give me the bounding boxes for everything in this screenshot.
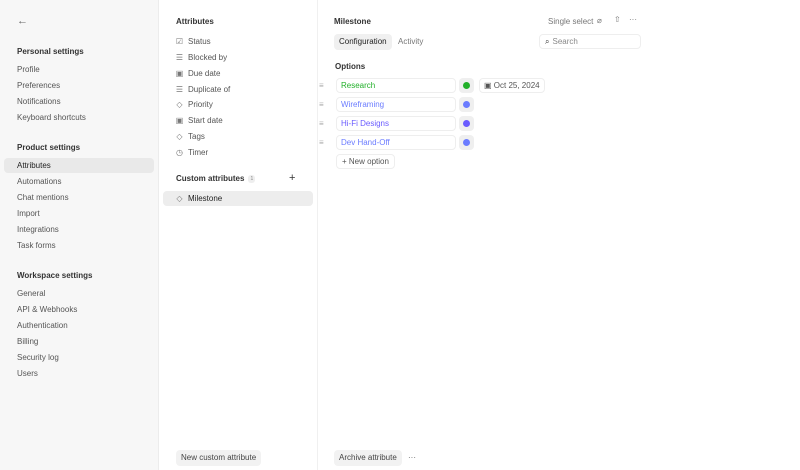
- sidebar-item-profile[interactable]: Profile: [4, 62, 154, 77]
- plus-icon: +: [342, 157, 349, 166]
- sidebar-item-authentication[interactable]: Authentication: [4, 318, 154, 333]
- option-color-swatch[interactable]: [459, 97, 474, 112]
- tab-activity[interactable]: Activity: [398, 37, 423, 46]
- custom-attributes-header: Custom attributes 1: [176, 174, 256, 183]
- tag-icon: ◇: [176, 194, 183, 203]
- attribute-duplicate-of[interactable]: ☰ Duplicate of: [163, 82, 313, 97]
- sidebar-item-api[interactable]: API & Webhooks: [4, 302, 154, 317]
- check-square-icon: ☑: [175, 37, 184, 46]
- link-icon[interactable]: ⌀: [597, 16, 602, 25]
- option-input[interactable]: Wireframing: [336, 97, 456, 112]
- attribute-blocked-by[interactable]: ☰ Blocked by: [163, 50, 313, 65]
- drag-handle-icon[interactable]: ≡: [319, 119, 324, 128]
- color-dot: [463, 120, 470, 127]
- section-workspace: Workspace settings: [17, 271, 93, 280]
- sidebar-item-security-log[interactable]: Security log: [4, 350, 154, 365]
- attribute-status[interactable]: ☑ Status: [163, 34, 313, 49]
- option-color-swatch[interactable]: [459, 135, 474, 150]
- sidebar-item-attributes[interactable]: Attributes: [4, 158, 154, 173]
- option-color-swatch[interactable]: [459, 78, 474, 93]
- new-option-button[interactable]: + New option: [336, 154, 395, 169]
- sidebar-item-task-forms[interactable]: Task forms: [4, 238, 154, 253]
- tab-configuration[interactable]: Configuration: [334, 34, 392, 50]
- attributes-panel: Attributes ☑ Status ☰ Blocked by ▣ Due date…: [159, 0, 318, 470]
- options-title: Options: [335, 62, 366, 71]
- sidebar-item-billing[interactable]: Billing: [4, 334, 154, 349]
- sidebar-item-automations[interactable]: Automations: [4, 174, 154, 189]
- new-custom-attribute-button[interactable]: New custom attribute: [176, 450, 262, 466]
- option-input[interactable]: Research: [336, 78, 456, 93]
- attribute-due-date[interactable]: ▣ Due date: [163, 66, 313, 81]
- back-arrow-icon[interactable]: ←: [17, 15, 28, 27]
- more-icon[interactable]: ···: [408, 453, 416, 462]
- calendar-icon: ▣: [175, 116, 184, 125]
- list-icon: ☰: [175, 53, 184, 62]
- attribute-milestone[interactable]: ◇ Milestone: [163, 191, 313, 206]
- sidebar-item-shortcuts[interactable]: Keyboard shortcuts: [4, 110, 154, 125]
- sidebar-item-preferences[interactable]: Preferences: [4, 78, 154, 93]
- color-dot: [463, 101, 470, 108]
- option-date[interactable]: ▣ Oct 25, 2024: [479, 78, 545, 93]
- sidebar-item-notifications[interactable]: Notifications: [4, 94, 154, 109]
- option-color-swatch[interactable]: [459, 116, 474, 131]
- option-input[interactable]: Dev Hand-Off: [336, 135, 456, 150]
- drag-handle-icon[interactable]: ≡: [319, 138, 324, 147]
- section-product: Product settings: [17, 143, 81, 152]
- search-input[interactable]: ⌕ Search: [539, 34, 641, 49]
- archive-attribute-button[interactable]: Archive attribute: [334, 450, 402, 466]
- attribute-timer[interactable]: ◷ Timer: [163, 145, 313, 160]
- tag-icon: ◇: [176, 100, 183, 109]
- attribute-tags[interactable]: ◇ Tags: [163, 129, 313, 144]
- clock-icon: ◷: [176, 148, 183, 157]
- sidebar-item-users[interactable]: Users: [4, 366, 154, 381]
- share-icon[interactable]: ⇧: [614, 15, 621, 24]
- search-icon: ⌕: [545, 36, 550, 46]
- detail-title: Milestone: [334, 17, 371, 26]
- sidebar-item-chat-mentions[interactable]: Chat mentions: [4, 190, 154, 205]
- option-input[interactable]: Hi-Fi Designs: [336, 116, 456, 131]
- color-dot: [463, 82, 470, 89]
- custom-count-badge: 1: [248, 174, 256, 183]
- calendar-icon: ▣: [484, 81, 494, 90]
- sidebar-item-integrations[interactable]: Integrations: [4, 222, 154, 237]
- add-custom-attribute-icon[interactable]: +: [289, 172, 295, 184]
- attribute-priority[interactable]: ◇ Priority: [163, 97, 313, 112]
- attribute-type: Single select: [548, 17, 594, 26]
- drag-handle-icon[interactable]: ≡: [319, 100, 324, 109]
- tag-icon: ◇: [176, 132, 183, 141]
- list-icon: ☰: [175, 85, 184, 94]
- drag-handle-icon[interactable]: ≡: [319, 81, 324, 90]
- section-personal: Personal settings: [17, 47, 84, 56]
- settings-sidebar: ← Personal settings Profile Preferences …: [0, 0, 159, 470]
- calendar-icon: ▣: [175, 69, 184, 78]
- sidebar-item-general[interactable]: General: [4, 286, 154, 301]
- attributes-title: Attributes: [176, 17, 214, 26]
- attribute-start-date[interactable]: ▣ Start date: [163, 113, 313, 128]
- sidebar-item-import[interactable]: Import: [4, 206, 154, 221]
- more-icon[interactable]: ···: [629, 15, 637, 24]
- color-dot: [463, 139, 470, 146]
